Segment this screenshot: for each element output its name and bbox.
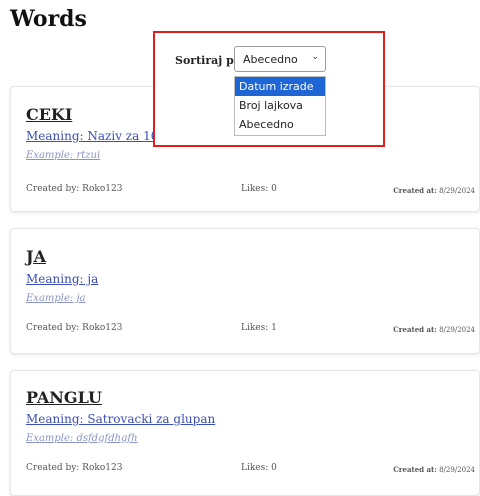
created-by: Created by: Roko123	[26, 463, 123, 473]
sort-panel: Sortiraj po: Abecedno ⌄ Datum izrade Bro…	[153, 31, 385, 147]
page-title: Words	[10, 6, 87, 32]
word-title[interactable]: JA	[26, 247, 46, 266]
word-example-link[interactable]: Example: dsfdgfdhgfh	[26, 433, 138, 444]
created-at: Created at: 8/29/2024	[393, 325, 475, 334]
sort-option-broj-lajkova[interactable]: Broj lajkova	[235, 96, 325, 115]
created-by: Created by: Roko123	[26, 184, 123, 194]
created-at-label: Created at:	[393, 465, 437, 474]
sort-select[interactable]: Abecedno ⌄	[234, 46, 326, 72]
word-card: PANGLU Meaning: Satrovacki za glupan Exa…	[10, 370, 480, 496]
created-at-label: Created at:	[393, 325, 437, 334]
word-card: JA Meaning: ja Example: ja Created by: R…	[10, 228, 480, 354]
likes-count: Likes: 0	[241, 463, 277, 473]
created-at-value: 8/29/2024	[439, 466, 475, 474]
sort-options-list: Datum izrade Broj lajkova Abecedno	[234, 76, 326, 136]
word-example-link[interactable]: Example: rtzui	[26, 150, 100, 161]
sort-option-abecedno[interactable]: Abecedno	[235, 115, 325, 134]
created-at-value: 8/29/2024	[439, 326, 475, 334]
word-title[interactable]: PANGLU	[26, 388, 102, 407]
created-at: Created at: 8/29/2024	[393, 186, 475, 195]
word-meaning-link[interactable]: Meaning: ja	[26, 272, 98, 286]
word-example-link[interactable]: Example: ja	[26, 293, 86, 304]
word-title[interactable]: CEKI	[26, 105, 72, 124]
created-at-value: 8/29/2024	[439, 187, 475, 195]
likes-count: Likes: 1	[241, 323, 277, 333]
created-at: Created at: 8/29/2024	[393, 465, 475, 474]
created-by: Created by: Roko123	[26, 323, 123, 333]
word-meaning-link[interactable]: Meaning: Satrovacki za glupan	[26, 412, 215, 426]
sort-option-datum-izrade[interactable]: Datum izrade	[235, 77, 325, 96]
likes-count: Likes: 0	[241, 184, 277, 194]
sort-selected-value: Abecedno	[243, 53, 298, 66]
created-at-label: Created at:	[393, 186, 437, 195]
chevron-down-icon: ⌄	[311, 52, 319, 62]
